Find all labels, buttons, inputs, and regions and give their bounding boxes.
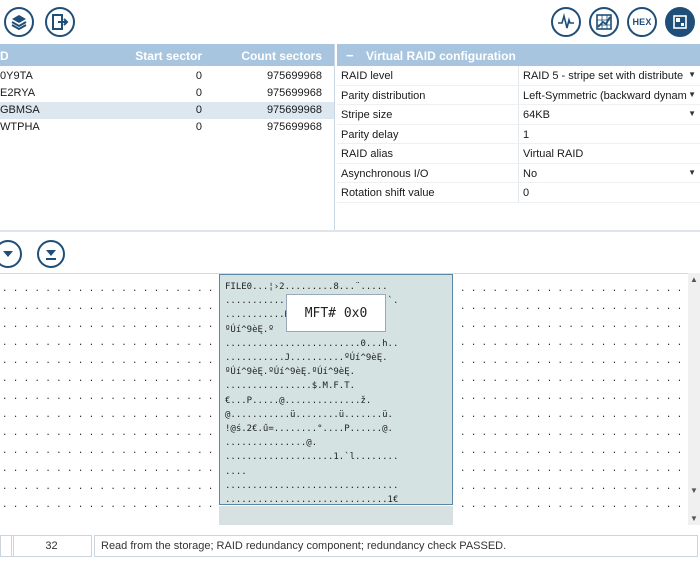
config-divider <box>518 85 519 104</box>
disk-name: 0Y9TA <box>0 70 33 82</box>
config-value[interactable]: 0 <box>523 187 689 199</box>
table-row-selected[interactable]: GBMSA 0 975699968 <box>0 102 334 119</box>
sector-dots-left: . . . . . . . . . . . . . . . . . . . . … <box>2 284 214 510</box>
hex-vertical-scrollbar[interactable]: ▲ ▼ ▼ <box>688 273 700 525</box>
sector-dots-right: . . . . . . . . . . . . . . . . . . . . … <box>460 284 683 510</box>
sector-block-next[interactable] <box>219 506 453 525</box>
disk-name: WTPHA <box>0 121 40 133</box>
disk-name: GBMSA <box>0 104 40 116</box>
raid-config-panel: − Virtual RAID configuration RAID level … <box>337 44 700 230</box>
dropdown-arrow-icon[interactable]: ▼ <box>688 109 696 118</box>
config-divider <box>518 105 519 124</box>
col-header-start-sector[interactable]: Start sector <box>135 49 202 63</box>
config-row-async-io[interactable]: Asynchronous I/O No ▼ <box>337 163 700 183</box>
raid-config-header[interactable]: − Virtual RAID configuration <box>337 44 700 66</box>
scroll-down-arrow-icon[interactable]: ▼ <box>690 486 698 495</box>
collapse-icon[interactable]: − <box>346 48 354 63</box>
config-row-raid-alias[interactable]: RAID alias Virtual RAID <box>337 144 700 164</box>
panel-splitter[interactable] <box>0 230 700 232</box>
config-value[interactable]: Left-Symmetric (backward dynam <box>523 90 689 102</box>
disk-start: 0 <box>195 87 202 99</box>
disk-start: 0 <box>195 104 202 116</box>
config-key: RAID level <box>341 70 393 82</box>
config-value[interactable]: 1 <box>523 129 689 141</box>
config-row-parity-delay[interactable]: Parity delay 1 <box>337 124 700 144</box>
disk-count: 975699968 <box>266 70 322 82</box>
disk-start: 0 <box>195 70 202 82</box>
disk-start: 0 <box>195 121 202 133</box>
config-key: Asynchronous I/O <box>341 167 429 180</box>
config-value[interactable]: RAID 5 - stripe set with distribute <box>523 70 689 82</box>
col-header-count-sectors[interactable]: Count sectors <box>241 49 322 63</box>
config-key: Parity distribution <box>341 89 426 102</box>
scroll-to-end-button[interactable] <box>37 240 65 268</box>
dropdown-arrow-icon[interactable]: ▼ <box>688 168 696 177</box>
export-button[interactable] <box>45 7 75 37</box>
status-bar: 32 Read from the storage; RAID redundanc… <box>0 535 700 557</box>
config-key: RAID alias <box>341 148 393 160</box>
config-row-stripe-size[interactable]: Stripe size 64KB ▼ <box>337 105 700 125</box>
chart-grid-icon <box>596 14 612 30</box>
disk-count: 975699968 <box>266 104 322 116</box>
export-icon <box>52 14 69 30</box>
config-key: Stripe size <box>341 109 393 121</box>
config-row-rotation-shift[interactable]: Rotation shift value 0 <box>337 183 700 203</box>
mft-tooltip: MFT# 0x0 <box>286 294 386 332</box>
config-value[interactable]: 64KB <box>523 109 689 121</box>
config-divider <box>518 183 519 202</box>
config-key: Rotation shift value <box>341 187 435 199</box>
disk-name: E2RYA <box>0 87 36 99</box>
raid-config-title: Virtual RAID configuration <box>366 49 516 63</box>
config-row-raid-level[interactable]: RAID level RAID 5 - stripe set with dist… <box>337 66 700 86</box>
disk-count: 975699968 <box>266 87 322 99</box>
config-row-parity-distribution[interactable]: Parity distribution Left-Symmetric (back… <box>337 85 700 105</box>
chevron-down-icon <box>3 251 13 257</box>
waveform-icon <box>558 13 574 29</box>
hex-button[interactable]: HEX <box>627 7 657 37</box>
config-divider <box>518 144 519 163</box>
col-header-name[interactable]: D <box>0 49 9 63</box>
disk-table-header: D Start sector Count sectors <box>0 44 334 66</box>
disk-table: D Start sector Count sectors 0Y9TA 0 975… <box>0 44 335 230</box>
table-row[interactable]: 0Y9TA 0 975699968 <box>0 68 334 85</box>
scroll-end-arrow-icon[interactable]: ▼ <box>690 514 698 523</box>
status-value: 32 <box>11 535 92 557</box>
config-divider <box>518 66 519 85</box>
chart-button[interactable] <box>589 7 619 37</box>
config-value[interactable]: No <box>523 168 689 180</box>
config-value[interactable]: Virtual RAID <box>523 148 689 160</box>
dropdown-arrow-icon[interactable]: ▼ <box>688 90 696 99</box>
table-row[interactable]: WTPHA 0 975699968 <box>0 119 334 136</box>
layout-button[interactable] <box>665 7 695 37</box>
top-toolbar: HEX <box>0 0 700 44</box>
config-divider <box>518 124 519 143</box>
scroll-up-arrow-icon[interactable]: ▲ <box>690 275 698 284</box>
config-key: Parity delay <box>341 128 399 141</box>
layers-icon <box>11 15 27 31</box>
disk-count: 975699968 <box>266 121 322 133</box>
config-divider <box>518 163 519 182</box>
chevron-down-end-icon <box>46 250 56 260</box>
layout-icon <box>673 15 687 29</box>
scroll-down-button[interactable] <box>0 240 22 268</box>
table-row[interactable]: E2RYA 0 975699968 <box>0 85 334 102</box>
layers-button[interactable] <box>4 7 34 37</box>
hex-button-label: HEX <box>632 17 652 27</box>
status-message: Read from the storage; RAID redundancy c… <box>94 535 698 557</box>
dropdown-arrow-icon[interactable]: ▼ <box>688 70 696 79</box>
waveform-button[interactable] <box>551 7 581 37</box>
